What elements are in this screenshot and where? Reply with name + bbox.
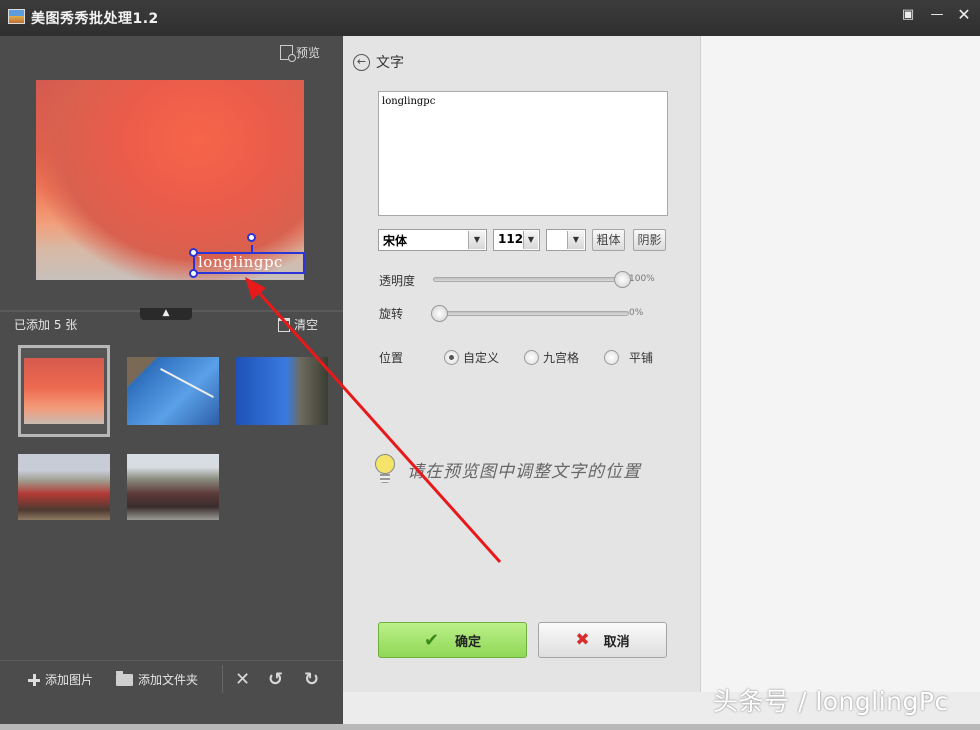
preview-button[interactable]: 预览	[280, 44, 321, 62]
preview-label: 预览	[296, 46, 321, 60]
check-icon: ✔	[423, 629, 440, 651]
window-title: 美图秀秀批处理1.2	[31, 11, 159, 27]
font-family-select[interactable]: 宋体 ▼	[378, 229, 487, 251]
preview-area: 预览 longlingpc	[0, 36, 343, 310]
folder-icon	[116, 670, 133, 686]
lightbulb-icon	[373, 452, 397, 486]
radio-label: 九宫格	[543, 351, 580, 365]
resize-handle-top-left[interactable]	[189, 248, 198, 257]
delete-icon[interactable]: ✕	[235, 669, 250, 690]
rotate-slider-thumb[interactable]	[431, 305, 448, 322]
opacity-label: 透明度	[379, 274, 416, 288]
hint-text: 请在预览图中调整文字的位置	[407, 461, 641, 482]
add-folder-label: 添加文件夹	[138, 673, 199, 687]
resize-handle-bottom-left[interactable]	[189, 269, 198, 278]
rotate-slider[interactable]	[433, 311, 629, 316]
app-logo-icon	[8, 9, 25, 24]
preview-image[interactable]	[36, 80, 304, 280]
bottom-toolbar: 添加图片 添加文件夹 ✕ ↺ ↻	[0, 660, 343, 698]
radio-button[interactable]	[524, 350, 539, 365]
rotate-left-icon[interactable]: ↺	[268, 669, 283, 690]
bold-button[interactable]: 粗体	[592, 229, 625, 251]
clear-label: 清空	[294, 318, 319, 332]
rotate-value: 0%	[629, 308, 644, 318]
radio-grid[interactable]: 九宫格	[524, 349, 579, 366]
add-folder-button[interactable]: 添加文件夹	[116, 670, 199, 688]
thumbnail-4[interactable]	[18, 454, 110, 520]
preview-icon	[280, 45, 296, 62]
title-bar: 美图秀秀批处理1.2 ▣ — ✕	[0, 0, 980, 36]
text-settings-panel: ← 文字 longlingpc 宋体 ▼ 112 ▼ ▼ 粗体 阴影 透明度 1…	[343, 36, 700, 692]
minimize-button[interactable]: —	[926, 6, 948, 24]
thumbnail-5[interactable]	[127, 454, 219, 520]
opacity-value: 100%	[629, 274, 655, 284]
clear-button[interactable]: 清空	[278, 316, 318, 333]
rotate-right-icon[interactable]: ↻	[304, 669, 319, 690]
cancel-button[interactable]: ✖ 取消	[538, 622, 667, 658]
chevron-down-icon[interactable]: ▼	[523, 231, 538, 249]
radio-custom[interactable]: 自定义	[444, 349, 499, 366]
shadow-button[interactable]: 阴影	[633, 229, 666, 251]
panel-title: 文字	[376, 55, 404, 71]
cancel-label: 取消	[603, 634, 630, 650]
font-color-select[interactable]: ▼	[546, 229, 586, 251]
collapse-toggle[interactable]: ▲	[140, 308, 192, 320]
back-button[interactable]: ← 文字	[353, 52, 404, 72]
close-icon: ✖	[575, 630, 590, 650]
font-size-value: 112	[498, 232, 524, 246]
thumbnail-1[interactable]	[18, 345, 110, 437]
added-count: 已添加 5 张	[14, 318, 78, 332]
feedback-icon[interactable]: ▣	[897, 6, 919, 24]
hint-message: 请在预览图中调整文字的位置	[373, 452, 641, 486]
font-family-value: 宋体	[383, 234, 408, 248]
text-overlay: longlingpc	[198, 253, 283, 271]
empty-area	[700, 36, 980, 692]
confirm-button[interactable]: ✔ 确定	[378, 622, 527, 658]
radio-button[interactable]	[604, 350, 619, 365]
thumbnail-3[interactable]	[236, 357, 328, 425]
watermark: 头条号 / longlingPc	[713, 687, 949, 716]
add-image-button[interactable]: 添加图片	[28, 671, 93, 688]
radio-label: 平铺	[629, 351, 654, 365]
thumbnail-image	[24, 358, 104, 424]
thumbnail-2[interactable]	[127, 357, 219, 425]
close-button[interactable]: ✕	[950, 6, 978, 24]
font-size-select[interactable]: 112 ▼	[493, 229, 540, 251]
confirm-label: 确定	[455, 634, 482, 650]
radio-button[interactable]	[444, 350, 459, 365]
taskbar-strip	[0, 724, 980, 730]
chevron-down-icon[interactable]: ▼	[468, 231, 485, 249]
text-content-input[interactable]: longlingpc	[378, 91, 668, 216]
plus-icon	[28, 673, 40, 686]
add-image-label: 添加图片	[45, 673, 94, 687]
opacity-slider[interactable]	[433, 277, 629, 282]
rotate-label: 旋转	[379, 307, 404, 321]
rotation-handle[interactable]	[247, 233, 256, 242]
app-window: 美图秀秀批处理1.2 ▣ — ✕ 预览 longlingpc ▲ 已添加 5 张…	[0, 0, 980, 730]
position-label: 位置	[379, 351, 404, 365]
back-arrow-icon: ←	[353, 53, 370, 71]
radio-label: 自定义	[463, 351, 500, 365]
trash-icon	[278, 317, 290, 332]
toolbar-separator	[222, 665, 223, 693]
chevron-down-icon[interactable]: ▼	[567, 231, 584, 249]
radio-tile[interactable]: 平铺	[604, 349, 653, 366]
text-overlay-box[interactable]: longlingpc	[193, 252, 305, 274]
left-panel: 预览 longlingpc ▲ 已添加 5 张 清空 添加图片 添加文件夹 ✕ …	[0, 36, 343, 730]
